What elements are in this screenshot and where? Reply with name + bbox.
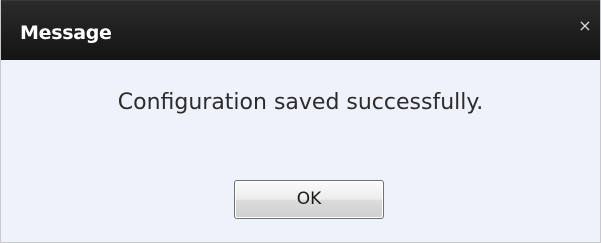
dialog-message: Configuration saved successfully. bbox=[117, 90, 484, 115]
dialog-titlebar[interactable]: Message × bbox=[1, 0, 600, 60]
dialog-title: Message bbox=[20, 22, 112, 44]
ok-button[interactable]: OK bbox=[234, 180, 384, 219]
close-icon[interactable]: × bbox=[576, 17, 594, 35]
message-dialog: Message × Configuration saved successful… bbox=[0, 0, 601, 243]
